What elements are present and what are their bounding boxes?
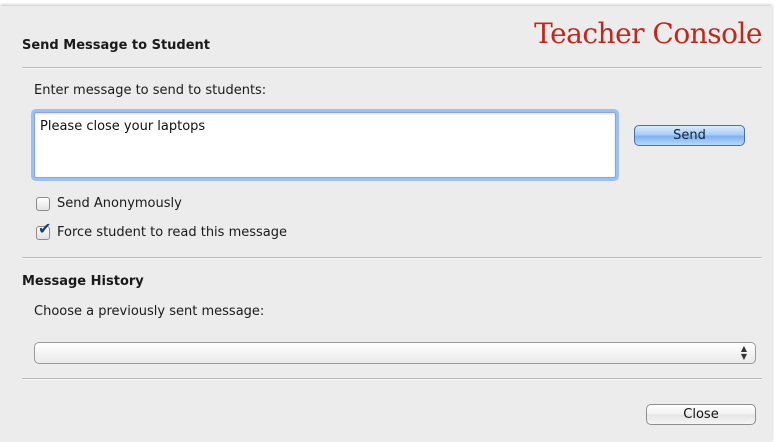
divider	[22, 67, 762, 69]
message-input[interactable]: Please close your laptops	[34, 112, 616, 178]
send-anonymously-label: Send Anonymously	[57, 196, 182, 211]
brand-title: Teacher Console	[534, 17, 762, 50]
send-anonymously-checkbox[interactable]	[36, 196, 50, 211]
message-history-section-title: Message History	[22, 274, 144, 289]
force-read-label: Force student to read this message	[57, 225, 288, 240]
divider	[22, 257, 762, 259]
send-button[interactable]: Send	[634, 125, 745, 146]
teacher-console-panel: Teacher Console Send Message to Student …	[0, 6, 772, 442]
force-read-option[interactable]: ✔ Force student to read this message	[36, 220, 288, 240]
select-arrows-icon: ▲ ▼	[740, 344, 747, 361]
divider	[22, 378, 762, 380]
force-read-checkbox[interactable]: ✔	[36, 220, 51, 240]
checkmark-icon: ✔	[38, 218, 52, 238]
message-prompt-label: Enter message to send to students:	[34, 83, 267, 98]
close-button[interactable]: Close	[646, 404, 756, 425]
history-prompt-label: Choose a previously sent message:	[34, 304, 265, 319]
send-anonymously-option[interactable]: Send Anonymously	[36, 196, 182, 211]
send-message-section-title: Send Message to Student	[22, 38, 211, 53]
message-history-select[interactable]: ▲ ▼	[34, 342, 756, 364]
